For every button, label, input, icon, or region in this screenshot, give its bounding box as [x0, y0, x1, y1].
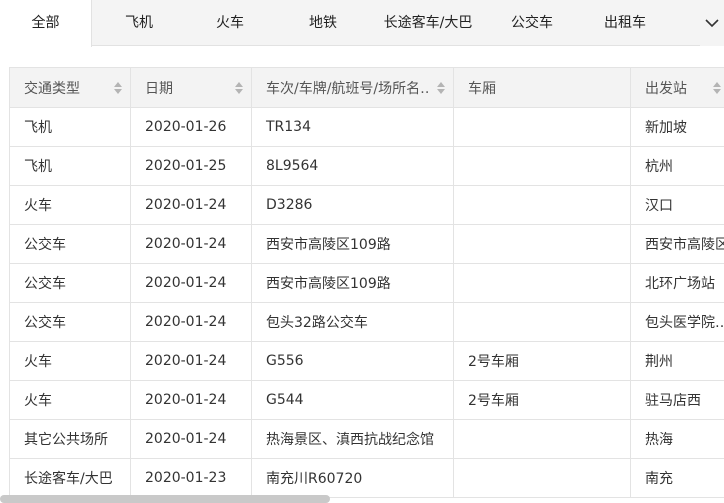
cell-trip-number: 8L9564 — [251, 146, 454, 186]
table-row[interactable]: 公交车 2020-01-24 西安市高陵区109路 西安市高陵区 — [9, 224, 724, 264]
tab-more-button[interactable] — [700, 0, 724, 46]
travel-records-table: 交通类型 日期 车次/车牌/航班号/场所名… 车厢 出发站 飞机 2020-01… — [9, 67, 724, 498]
cell-carriage — [453, 185, 631, 225]
cell-transport-type: 其它公共场所 — [9, 419, 131, 459]
column-header-date[interactable]: 日期 — [130, 67, 252, 108]
column-header-label: 车次/车牌/航班号/场所名… — [266, 80, 431, 97]
cell-departure: 包头医学院… — [630, 302, 724, 342]
cell-transport-type: 公交车 — [9, 263, 131, 303]
column-header-label: 车厢 — [468, 80, 496, 97]
cell-carriage — [453, 263, 631, 303]
cell-transport-type: 长途客车/大巴 — [9, 458, 131, 498]
column-header-carriage: 车厢 — [453, 67, 631, 108]
cell-transport-type: 火车 — [9, 185, 131, 225]
tab-subway[interactable]: 地铁 — [279, 0, 367, 46]
tab-plane[interactable]: 飞机 — [95, 0, 183, 46]
cell-transport-type: 飞机 — [9, 107, 131, 147]
cell-trip-number: G544 — [251, 380, 454, 420]
cell-date: 2020-01-26 — [130, 107, 252, 147]
cell-carriage — [453, 146, 631, 186]
cell-date: 2020-01-24 — [130, 341, 252, 381]
cell-carriage — [453, 458, 631, 498]
cell-carriage — [453, 302, 631, 342]
cell-transport-type: 火车 — [9, 380, 131, 420]
cell-departure: 荆州 — [630, 341, 724, 381]
cell-trip-number: 西安市高陵区109路 — [251, 224, 454, 264]
cell-departure: 南充 — [630, 458, 724, 498]
sort-arrows-icon[interactable] — [235, 81, 243, 94]
cell-transport-type: 公交车 — [9, 224, 131, 264]
table-body: 飞机 2020-01-26 TR134 新加坡 飞机 2020-01-25 8L9564 杭州… — [9, 107, 724, 498]
table-row[interactable]: 飞机 2020-01-26 TR134 新加坡 — [9, 107, 724, 147]
cell-departure: 热海 — [630, 419, 724, 459]
cell-date: 2020-01-24 — [130, 302, 252, 342]
column-header-label: 日期 — [145, 80, 173, 97]
table-row[interactable]: 飞机 2020-01-25 8L9564 杭州 — [9, 146, 724, 186]
travel-records-table-container: 交通类型 日期 车次/车牌/航班号/场所名… 车厢 出发站 飞机 2020-01… — [9, 67, 724, 503]
cell-date: 2020-01-24 — [130, 380, 252, 420]
cell-date: 2020-01-24 — [130, 185, 252, 225]
cell-trip-number: TR134 — [251, 107, 454, 147]
cell-departure: 北环广场站 — [630, 263, 724, 303]
cell-transport-type: 公交车 — [9, 302, 131, 342]
cell-date: 2020-01-24 — [130, 263, 252, 303]
cell-departure: 驻马店西 — [630, 380, 724, 420]
sort-arrows-icon[interactable] — [713, 81, 721, 94]
column-header-label: 交通类型 — [24, 80, 80, 97]
cell-trip-number: G556 — [251, 341, 454, 381]
cell-date: 2020-01-24 — [130, 224, 252, 264]
tab-taxi[interactable]: 出租车 — [581, 0, 669, 46]
table-row[interactable]: 火车 2020-01-24 G544 2号车厢 驻马店西 — [9, 380, 724, 420]
cell-departure: 杭州 — [630, 146, 724, 186]
cell-carriage — [453, 224, 631, 264]
cell-trip-number: 包头32路公交车 — [251, 302, 454, 342]
cell-departure: 新加坡 — [630, 107, 724, 147]
cell-carriage — [453, 419, 631, 459]
cell-carriage — [453, 107, 631, 147]
cell-carriage: 2号车厢 — [453, 380, 631, 420]
cell-trip-number: D3286 — [251, 185, 454, 225]
table-row[interactable]: 公交车 2020-01-24 西安市高陵区109路 北环广场站 — [9, 263, 724, 303]
cell-trip-number: 热海景区、滇西抗战纪念馆 — [251, 419, 454, 459]
horizontal-scrollbar[interactable] — [0, 495, 330, 503]
cell-departure: 汉口 — [630, 185, 724, 225]
cell-date: 2020-01-23 — [130, 458, 252, 498]
tab-all[interactable]: 全部 — [0, 0, 92, 47]
sort-arrows-icon[interactable] — [437, 81, 445, 94]
column-header-label: 出发站 — [645, 80, 687, 97]
chevron-down-icon — [705, 19, 719, 28]
table-header-row: 交通类型 日期 车次/车牌/航班号/场所名… 车厢 出发站 — [9, 67, 724, 108]
sort-arrows-icon[interactable] — [114, 81, 122, 94]
table-row[interactable]: 火车 2020-01-24 D3286 汉口 — [9, 185, 724, 225]
transport-tab-bar: 全部 飞机 火车 地铁 长途客车/大巴 公交车 出租车 — [0, 0, 724, 47]
cell-trip-number: 南充川R60720 — [251, 458, 454, 498]
tab-long-distance-bus[interactable]: 长途客车/大巴 — [372, 0, 484, 46]
column-header-transport-type[interactable]: 交通类型 — [9, 67, 131, 108]
tab-train[interactable]: 火车 — [186, 0, 274, 46]
cell-trip-number: 西安市高陵区109路 — [251, 263, 454, 303]
table-row[interactable]: 公交车 2020-01-24 包头32路公交车 包头医学院… — [9, 302, 724, 342]
cell-transport-type: 飞机 — [9, 146, 131, 186]
cell-date: 2020-01-25 — [130, 146, 252, 186]
column-header-trip-number[interactable]: 车次/车牌/航班号/场所名… — [251, 67, 454, 108]
column-header-departure[interactable]: 出发站 — [630, 67, 724, 108]
tab-bus[interactable]: 公交车 — [488, 0, 576, 46]
cell-transport-type: 火车 — [9, 341, 131, 381]
table-row[interactable]: 其它公共场所 2020-01-24 热海景区、滇西抗战纪念馆 热海 — [9, 419, 724, 459]
table-row[interactable]: 火车 2020-01-24 G556 2号车厢 荆州 — [9, 341, 724, 381]
cell-carriage: 2号车厢 — [453, 341, 631, 381]
table-row[interactable]: 长途客车/大巴 2020-01-23 南充川R60720 南充 — [9, 458, 724, 498]
cell-departure: 西安市高陵区 — [630, 224, 724, 264]
cell-date: 2020-01-24 — [130, 419, 252, 459]
